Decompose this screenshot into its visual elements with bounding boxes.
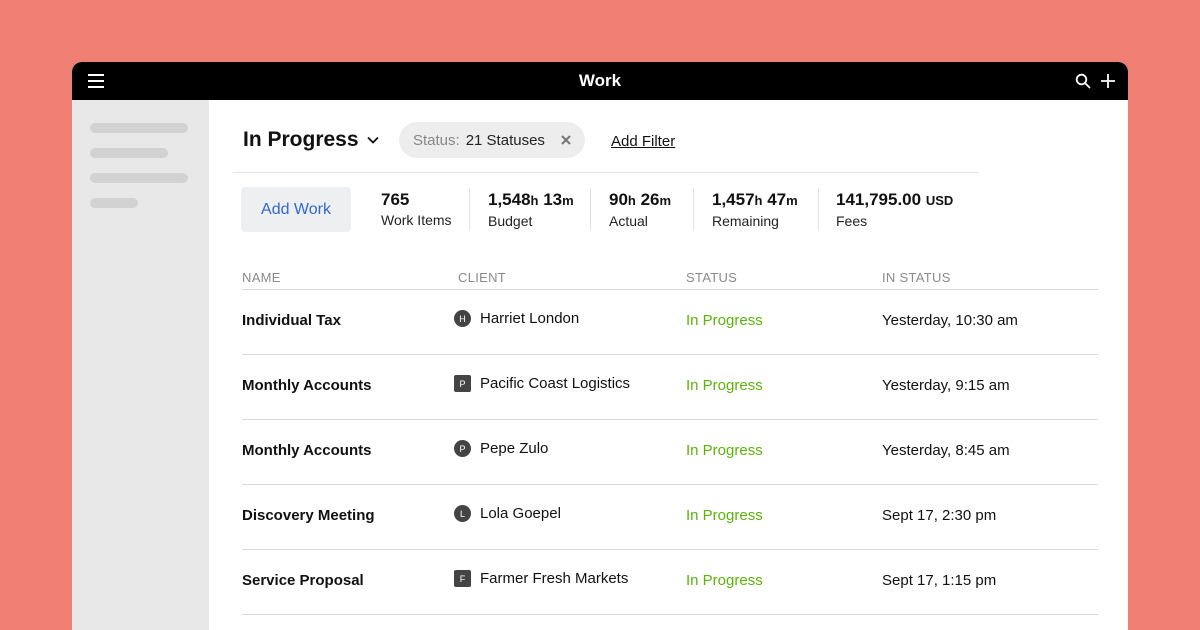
in-status-time: Yesterday, 8:45 am	[882, 442, 1010, 459]
add-work-button[interactable]: Add Work	[241, 187, 351, 232]
add-filter-link[interactable]: Add Filter	[611, 133, 675, 150]
work-name: Service Proposal	[242, 572, 364, 589]
client-avatar: P	[454, 375, 471, 392]
status-text: In Progress	[686, 442, 763, 459]
sidebar-placeholder-item[interactable]	[90, 173, 188, 183]
client-cell[interactable]: P Pacific Coast Logistics	[454, 375, 630, 392]
in-status-time: Sept 17, 2:30 pm	[882, 507, 997, 524]
divider	[233, 172, 979, 173]
stat-work-items: 765 Work Items	[381, 190, 452, 228]
table-row[interactable]: Monthly Accounts P Pepe Zulo In Progress Yes…	[242, 420, 1098, 485]
filter-value: 21 Statuses	[465, 131, 545, 149]
client-cell[interactable]: P Pepe Zulo	[454, 440, 548, 457]
client-avatar: F	[454, 570, 471, 587]
column-header-client[interactable]: CLIENT	[458, 270, 506, 285]
client-cell[interactable]: F Farmer Fresh Markets	[454, 570, 628, 587]
stat-label: Actual	[609, 213, 648, 229]
app-window: Work In Progress Status: 21 Statuses Add…	[72, 62, 1128, 630]
chevron-down-icon	[366, 136, 379, 144]
column-header-name[interactable]: NAME	[242, 270, 281, 285]
table-row[interactable]: Service Proposal F Farmer Fresh Markets In …	[242, 550, 1098, 615]
column-header-status[interactable]: STATUS	[686, 270, 737, 285]
client-avatar: L	[454, 505, 471, 522]
stat-remaining: 1,457h 47m Remaining	[712, 190, 798, 229]
stat-label: Work Items	[381, 212, 452, 228]
in-status-time: Yesterday, 9:15 am	[882, 377, 1010, 394]
client-name: Lola Goepel	[480, 505, 561, 522]
client-name: Harriet London	[480, 310, 580, 327]
filter-label: Status:	[413, 131, 460, 149]
stat-value: 1,548h 13m	[488, 190, 574, 209]
work-name: Individual Tax	[242, 312, 341, 329]
stat-actual: 90h 26m Actual	[609, 190, 671, 229]
stat-label: Fees	[836, 213, 868, 229]
stat-divider	[818, 188, 819, 230]
table-header: NAME CLIENT STATUS IN STATUS	[242, 268, 1098, 290]
stat-value: 765	[381, 190, 410, 209]
client-avatar: P	[454, 440, 471, 457]
view-selector[interactable]: In Progress	[243, 128, 379, 152]
status-filter-chip[interactable]: Status: 21 Statuses	[399, 122, 585, 158]
sidebar-placeholder-item[interactable]	[90, 198, 138, 208]
client-cell[interactable]: L Lola Goepel	[454, 505, 561, 522]
client-name: Pacific Coast Logistics	[480, 375, 631, 392]
client-cell[interactable]: H Harriet London	[454, 310, 579, 327]
in-status-time: Yesterday, 10:30 am	[882, 312, 1018, 329]
view-title: In Progress	[243, 128, 359, 151]
stat-label: Budget	[488, 213, 533, 229]
sidebar-placeholder-item[interactable]	[90, 148, 168, 158]
stat-label: Remaining	[712, 213, 779, 229]
column-header-in-status[interactable]: IN STATUS	[882, 270, 951, 285]
stat-value: 141,795.00 USD	[836, 190, 954, 209]
stat-divider	[693, 188, 694, 230]
app-title: Work	[578, 71, 622, 90]
table-row[interactable]: Individual Tax H Harriet London In Progress…	[242, 290, 1098, 355]
status-text: In Progress	[686, 312, 763, 329]
work-name: Discovery Meeting	[242, 507, 375, 524]
work-name: Monthly Accounts	[242, 377, 372, 394]
table-row[interactable]: Discovery Meeting L Lola Goepel In Progress…	[242, 485, 1098, 550]
work-name: Monthly Accounts	[242, 442, 372, 459]
stat-budget: 1,548h 13m Budget	[488, 190, 574, 229]
stat-value: 90h 26m	[609, 190, 672, 209]
in-status-time: Sept 17, 1:15 pm	[882, 572, 997, 589]
table-body: Individual Tax H Harriet London In Progress…	[242, 290, 1098, 615]
plus-icon[interactable]	[1100, 73, 1116, 89]
client-name: Pepe Zulo	[480, 440, 549, 457]
status-text: In Progress	[686, 377, 763, 394]
table-row[interactable]: Monthly Accounts P Pacific Coast Logistics…	[242, 355, 1098, 420]
work-table: NAME CLIENT STATUS IN STATUS Individual …	[242, 268, 1098, 615]
stat-divider	[590, 188, 591, 230]
status-text: In Progress	[686, 572, 763, 589]
stat-fees: 141,795.00 USD Fees	[836, 190, 953, 229]
main-content: In Progress Status: 21 Statuses Add Filt…	[209, 100, 1128, 630]
status-text: In Progress	[686, 507, 763, 524]
stat-divider	[469, 188, 470, 230]
close-icon[interactable]	[561, 135, 571, 145]
top-bar: Work	[72, 62, 1128, 100]
search-icon[interactable]	[1075, 73, 1091, 89]
sidebar	[72, 100, 209, 630]
client-avatar: H	[454, 310, 471, 327]
sidebar-placeholder-item[interactable]	[90, 123, 188, 133]
client-name: Farmer Fresh Markets	[480, 570, 629, 587]
stat-value: 1,457h 47m	[712, 190, 798, 209]
